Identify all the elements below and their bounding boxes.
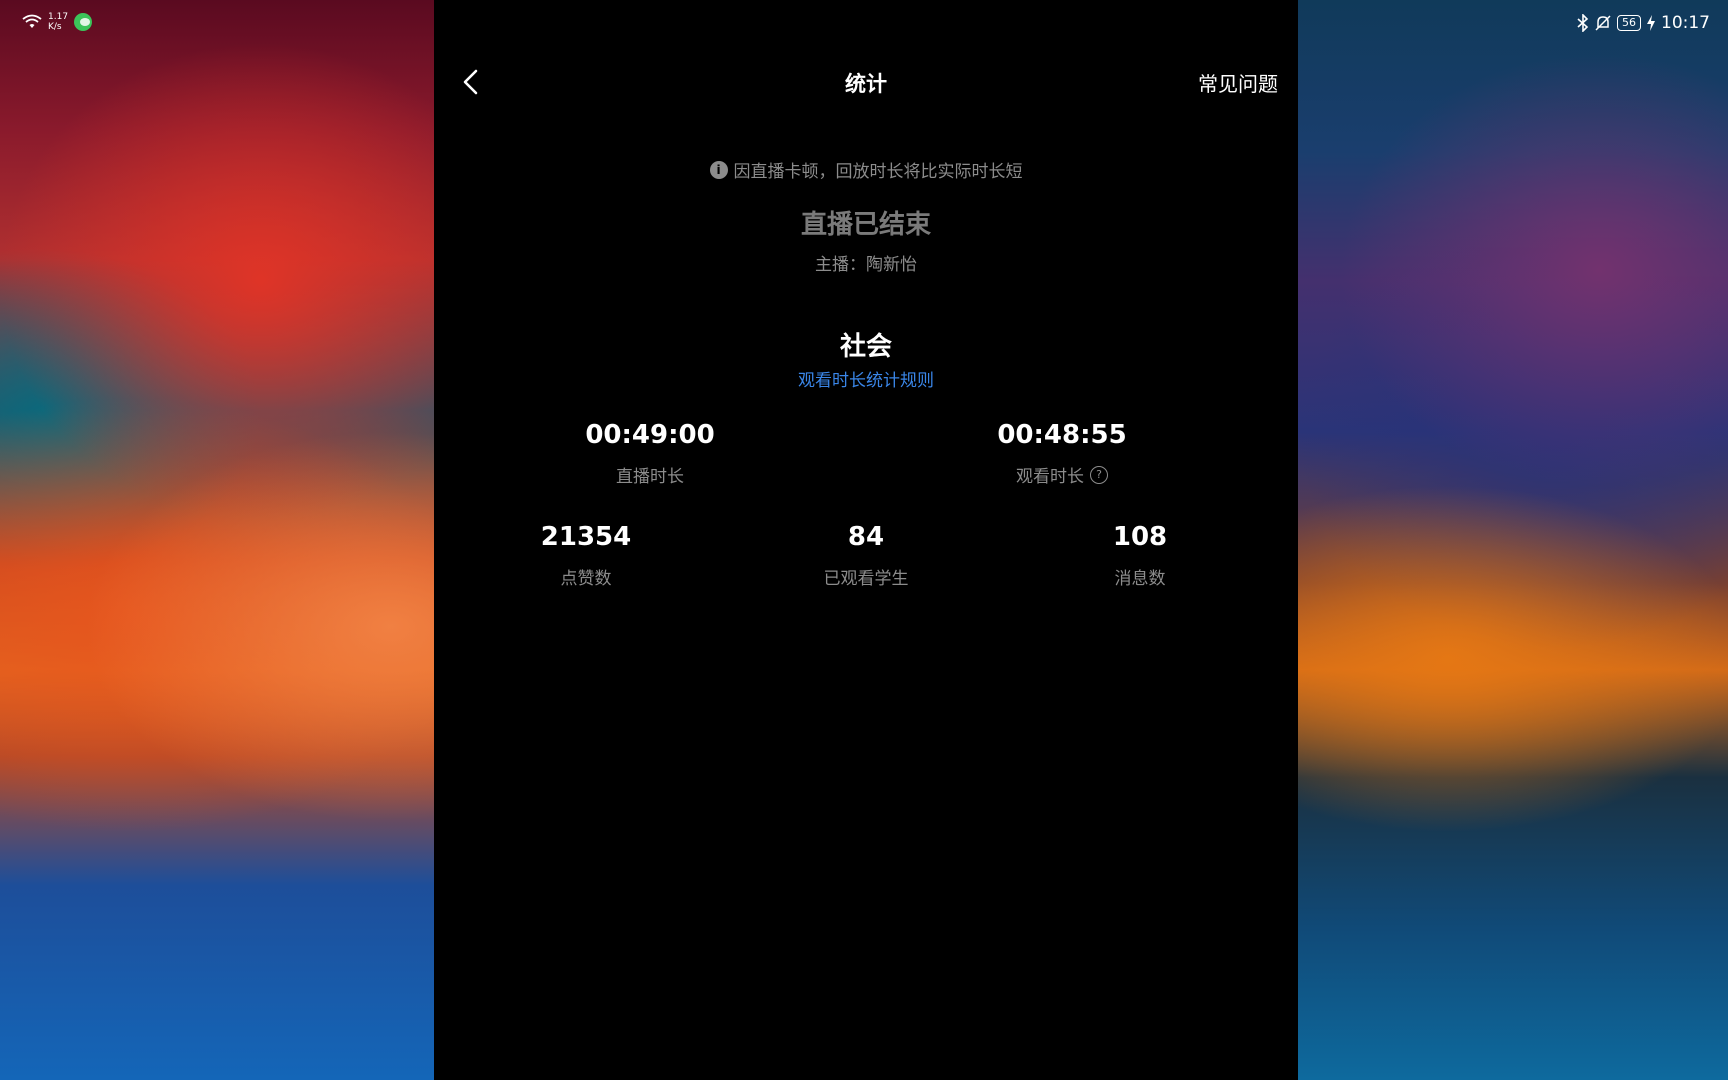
stat-label: 直播时长 [530,462,770,487]
charging-icon [1647,15,1655,31]
battery-icon: 56 [1617,15,1641,31]
stat-value: 108 [1112,522,1168,552]
stat-label-text: 消息数 [1114,569,1166,589]
stat-watch-duration: 00:48:55 观看时长 ? [942,420,1182,487]
wallpaper-left [0,0,434,1080]
stat-label-text: 已观看学生 [823,569,909,589]
stat-label-text: 直播时长 [616,467,684,487]
wifi-icon [22,14,42,28]
stat-likes: 21354 点赞数 [466,522,706,589]
bluetooth-icon [1577,14,1589,32]
stat-watched-students: 84 已观看学生 [746,522,986,589]
host-name: 主播：陶新怡 [815,255,917,275]
stat-messages: 108 消息数 [1020,522,1260,589]
live-ended-status: 直播已结束 [800,210,931,240]
status-bar: 1.17 K/s 56 10:17 [0,0,1728,46]
page-title: 统计 [845,72,887,96]
wechat-notification-icon [74,13,93,31]
stat-live-duration: 00:49:00 直播时长 [530,420,770,487]
notice-text: 因直播卡顿，回放时长将比实际时长短 [733,162,1023,182]
watch-time-rules-link[interactable]: 观看时长统计规则 [434,366,1298,391]
stat-label: 点赞数 [466,564,706,589]
nav-bar: 统计 常见问题 [434,60,1298,104]
status-bar-left: 1.17 K/s [22,12,93,32]
stat-label-text: 观看时长 [1016,467,1084,487]
stat-label: 已观看学生 [746,564,986,589]
course-name: 社会 [839,332,892,362]
mute-bell-icon [1595,15,1611,31]
statistics-panel: 统计 常见问题 i 因直播卡顿，回放时长将比实际时长短 直播已结束 主播：陶新怡… [434,0,1298,1080]
network-speed-value: 1.17 [48,12,69,22]
wallpaper-right [1298,0,1728,1080]
stat-value: 84 [847,522,885,552]
help-icon[interactable]: ? [1090,465,1108,484]
info-icon: i [709,160,728,179]
network-speed: 1.17 K/s [48,12,68,32]
status-bar-right: 56 10:17 [1577,13,1710,33]
faq-button[interactable]: 常见问题 [1198,68,1278,97]
clock: 10:17 [1661,13,1710,33]
stat-label: 观看时长 ? [942,462,1182,487]
stat-value: 00:49:00 [585,420,715,450]
stat-label: 消息数 [1020,564,1260,589]
stat-value: 00:48:55 [997,420,1127,450]
notice: i 因直播卡顿，回放时长将比实际时长短 [434,157,1298,182]
stat-label-text: 点赞数 [560,569,612,589]
network-speed-unit: K/s [48,22,62,32]
stat-value: 21354 [540,522,632,552]
